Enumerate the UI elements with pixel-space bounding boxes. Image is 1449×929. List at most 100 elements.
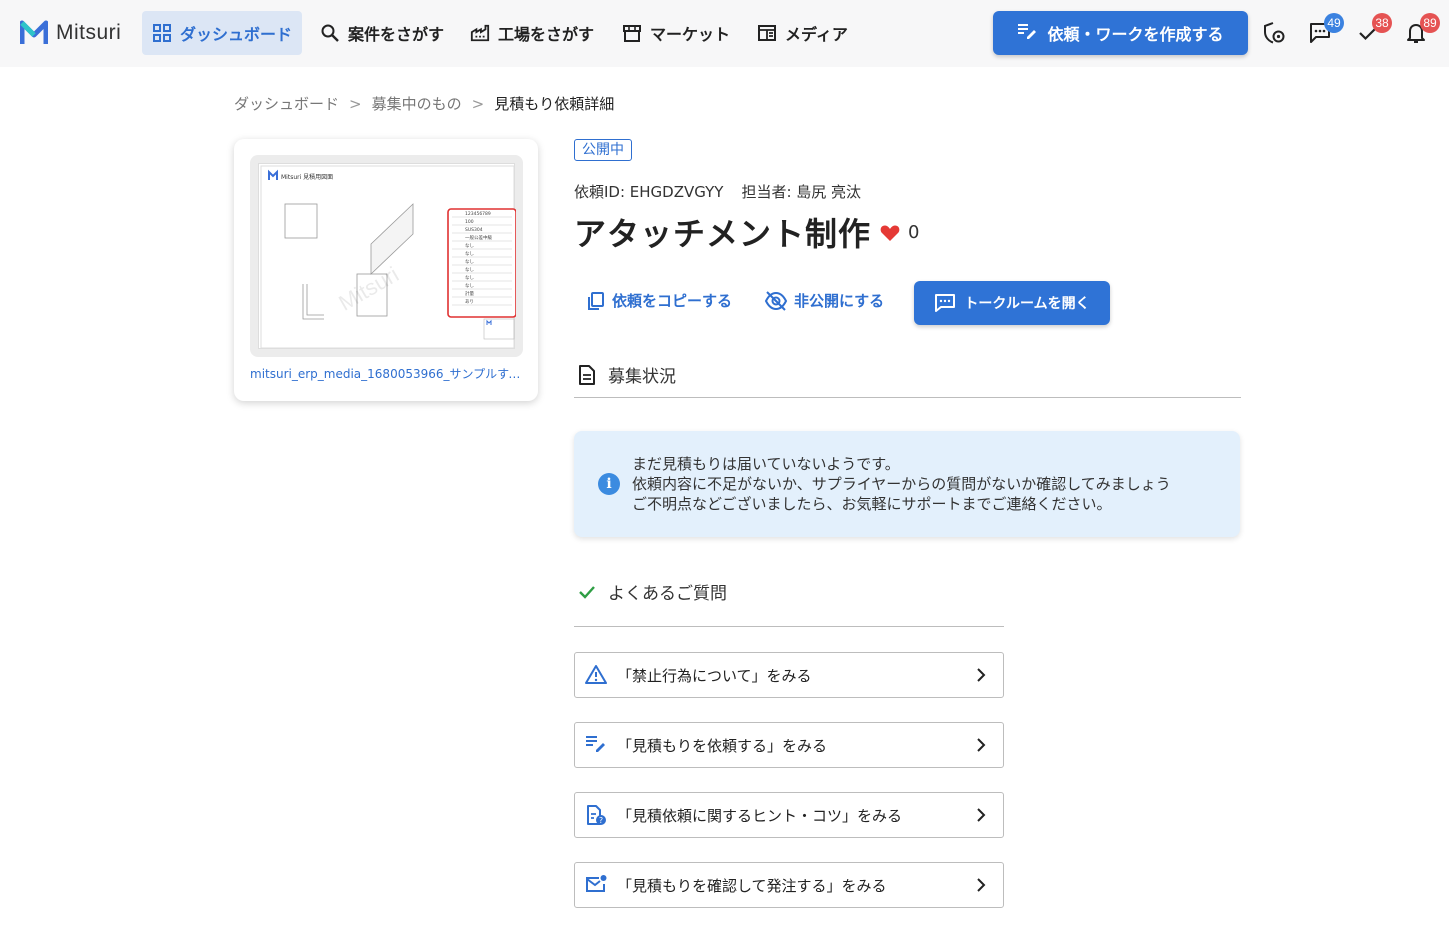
nav-label: メディア [785, 25, 848, 44]
assignee: 担当者: 島尻 亮汰 [741, 183, 862, 201]
recruitment-section-title: 募集状況 [608, 367, 676, 387]
faq-confirm-order-link[interactable]: 「見積もりを確認して発注する」をみる [574, 862, 1004, 908]
faq-section-header: よくあるご質問 [578, 579, 727, 604]
spec-table-cell: なし [465, 250, 474, 257]
chevron-right-icon [977, 738, 986, 752]
breadcrumb-current: 見積もり依頼詳細 [494, 95, 615, 113]
doc-question-icon: ? [585, 804, 607, 826]
nav-label: マーケット [650, 25, 731, 44]
unpublish-label: 非公開にする [794, 292, 885, 310]
spec-table-cell: 123456789 [465, 211, 491, 217]
nav-market[interactable]: マーケット [612, 11, 740, 55]
mitsuri-logo-icon [20, 20, 48, 44]
attachment-filename-link[interactable]: mitsuri_erp_media_1680053966_サンプルすべて入り.p… [250, 365, 525, 382]
chevron-right-icon [977, 878, 986, 892]
spec-table-cell: 100 [465, 219, 474, 225]
notifications-count-badge: 89 [1420, 13, 1440, 33]
faq-label: 「見積もりを確認して発注する」をみる [617, 876, 887, 895]
faq-tips-link[interactable]: ? 「見積依頼に関するヒント・コツ」をみる [574, 792, 1004, 838]
faq-label: 「禁止行為について」をみる [617, 666, 812, 685]
spec-table-cell: なし [465, 266, 474, 273]
breadcrumb-dashboard[interactable]: ダッシュボード [234, 93, 339, 114]
faq-prohibited-acts-link[interactable]: 「禁止行為について」をみる [574, 652, 1004, 698]
faq-label: 「見積依頼に関するヒント・コツ」をみる [617, 806, 903, 825]
info-message: まだ見積もりは届いていないようです。 依頼内容に不足がないか、サプライヤーからの… [632, 454, 1171, 514]
breadcrumb-recruiting[interactable]: 募集中のもの [372, 93, 462, 114]
attachment-card[interactable]: Mitsuri 見積用図面 Mitsuri 123456789 100 SUS304… [234, 139, 538, 401]
spec-table-cell: なし [465, 282, 474, 289]
media-icon [757, 23, 777, 43]
drawing-preview: Mitsuri 見積用図面 Mitsuri 123456789 100 SUS304… [258, 163, 517, 349]
nav-media[interactable]: メディア [747, 11, 858, 55]
breadcrumb-separator: > [349, 94, 362, 113]
nav-search-projects[interactable]: 案件をさがす [310, 11, 454, 55]
faq-request-quote-link[interactable]: 「見積もりを依頼する」をみる [574, 722, 1004, 768]
recruitment-section-header: 募集状況 [578, 362, 676, 387]
tasks-button[interactable]: 38 [1356, 13, 1392, 45]
copy-icon [588, 291, 604, 310]
nav-dashboard[interactable]: ダッシュボード [142, 11, 302, 55]
faq-label: 「見積もりを依頼する」をみる [617, 736, 828, 755]
edit-list-icon [1017, 22, 1037, 44]
nav-label: ダッシュボード [180, 25, 293, 44]
spec-table-cell: なし [465, 274, 474, 281]
spec-table-cell: なし [465, 242, 474, 249]
spec-table-cell: SUS304 [465, 227, 483, 233]
info-line: まだ見積もりは届いていないようです。 [632, 455, 900, 473]
notifications-button[interactable]: 89 [1404, 13, 1440, 45]
document-icon [579, 364, 595, 385]
open-talk-room-button[interactable]: トークルームを開く [914, 281, 1110, 325]
nav-label: 案件をさがす [348, 25, 445, 44]
status-badge: 公開中 [574, 139, 632, 161]
attachment-thumbnail[interactable]: Mitsuri 見積用図面 Mitsuri 123456789 100 SUS304… [250, 155, 523, 357]
logo-text: Mitsuri [56, 21, 122, 44]
chevron-right-icon [977, 808, 986, 822]
like-count: 0 [908, 222, 920, 243]
mail-notification-icon [585, 874, 607, 896]
recruitment-divider [574, 397, 1241, 398]
copy-request-label: 依頼をコピーする [612, 292, 733, 310]
messages-count-badge: 49 [1324, 13, 1344, 33]
info-line: ご不明点などございましたら、お気軽にサポートまでご連絡ください。 [632, 495, 1112, 513]
eye-off-icon [764, 290, 788, 311]
check-icon [579, 585, 595, 599]
breadcrumb-separator: > [471, 94, 485, 113]
logo[interactable]: Mitsuri [20, 19, 121, 47]
breadcrumb: ダッシュボード > 募集中のもの > 見積もり依頼詳細 [234, 93, 614, 114]
info-icon: i [598, 473, 620, 495]
warning-icon [585, 664, 607, 686]
faq-divider [574, 626, 1004, 627]
svg-text:?: ? [599, 816, 603, 825]
drawing-watermark: Mitsuri [334, 262, 403, 316]
page-title: アタッチメント制作 [574, 215, 872, 253]
edit-list-icon [585, 734, 607, 756]
spec-table-cell: あり [465, 299, 474, 305]
spec-table-cell: 一般公差中級 [465, 234, 492, 241]
open-talk-room-label: トークルームを開く [964, 296, 1090, 312]
nav-search-factories[interactable]: 工場をさがす [460, 11, 604, 55]
create-request-label: 依頼・ワークを作成する [1047, 25, 1224, 44]
tasks-count-badge: 38 [1372, 13, 1392, 33]
request-id: 依頼ID: EHGDZVGYY [574, 183, 724, 201]
nav-label: 工場をさがす [498, 25, 595, 44]
drawing-image: Mitsuri 見積用図面 Mitsuri 123456789 100 SUS304… [260, 165, 517, 349]
search-icon [320, 23, 340, 43]
info-line: 依頼内容に不足がないか、サプライヤーからの質問がないか確認してみましょう [632, 475, 1171, 493]
drawing-header-text: Mitsuri 見積用図面 [281, 173, 333, 181]
chat-icon [935, 294, 956, 312]
like-button[interactable]: 0 [880, 222, 919, 243]
copy-request-button[interactable]: 依頼をコピーする [586, 290, 732, 311]
heart-icon [880, 225, 900, 241]
store-icon [622, 23, 642, 43]
faq-section-title: よくあるご質問 [608, 584, 727, 604]
messages-button[interactable]: 49 [1308, 13, 1344, 45]
grid-icon [152, 23, 172, 43]
spec-table-cell: なし [465, 258, 474, 265]
unpublish-button[interactable]: 非公開にする [764, 290, 884, 311]
security-settings-icon[interactable] [1262, 21, 1286, 45]
chevron-right-icon [977, 668, 986, 682]
no-quotes-info-box: i まだ見積もりは届いていないようです。 依頼内容に不足がないか、サプライヤーか… [574, 431, 1240, 537]
request-meta: 依頼ID: EHGDZVGYY 担当者: 島尻 亮汰 [574, 181, 861, 202]
create-request-button[interactable]: 依頼・ワークを作成する [993, 11, 1248, 55]
spec-table-cell: 計量 [465, 290, 474, 297]
